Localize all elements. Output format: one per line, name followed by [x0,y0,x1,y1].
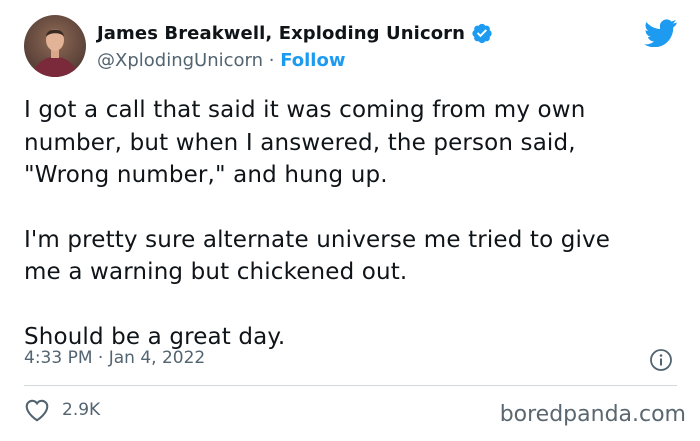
tweet-text: I got a call that said it was coming fro… [24,94,684,353]
follow-link[interactable]: Follow [280,50,345,71]
tweet-line: "Wrong number," and hung up. [24,162,388,188]
tweet-line: I got a call that said it was coming fro… [24,97,586,123]
like-count: 2.9K [62,400,101,420]
like-row[interactable]: 2.9K [24,398,100,422]
tweet-line: I'm pretty sure alternate universe me tr… [24,226,611,253]
tweet-line: me a warning but chickened out. [24,259,408,285]
author-handle-row: @XplodingUnicorn · Follow [97,50,345,71]
author-name-row: James Breakwell, Exploding Unicorn [97,22,493,44]
heart-icon[interactable] [24,398,50,422]
twitter-bird-icon[interactable] [644,19,677,48]
info-icon[interactable] [649,348,673,372]
boredpanda-watermark: boredpanda.com [499,402,686,427]
tweet-timestamp[interactable]: 4:33 PM · Jan 4, 2022 [24,348,205,368]
author-handle[interactable]: @XplodingUnicorn [97,50,263,71]
avatar[interactable] [24,15,86,77]
tweet-line: number, but when I answered, the person … [24,129,576,156]
tweet-card: James Breakwell, Exploding Unicorn @Xplo… [0,0,700,441]
divider [24,385,677,386]
author-display-name[interactable]: James Breakwell, Exploding Unicorn [97,23,465,44]
verified-badge-icon [471,22,493,44]
handle-separator: · [263,50,281,71]
